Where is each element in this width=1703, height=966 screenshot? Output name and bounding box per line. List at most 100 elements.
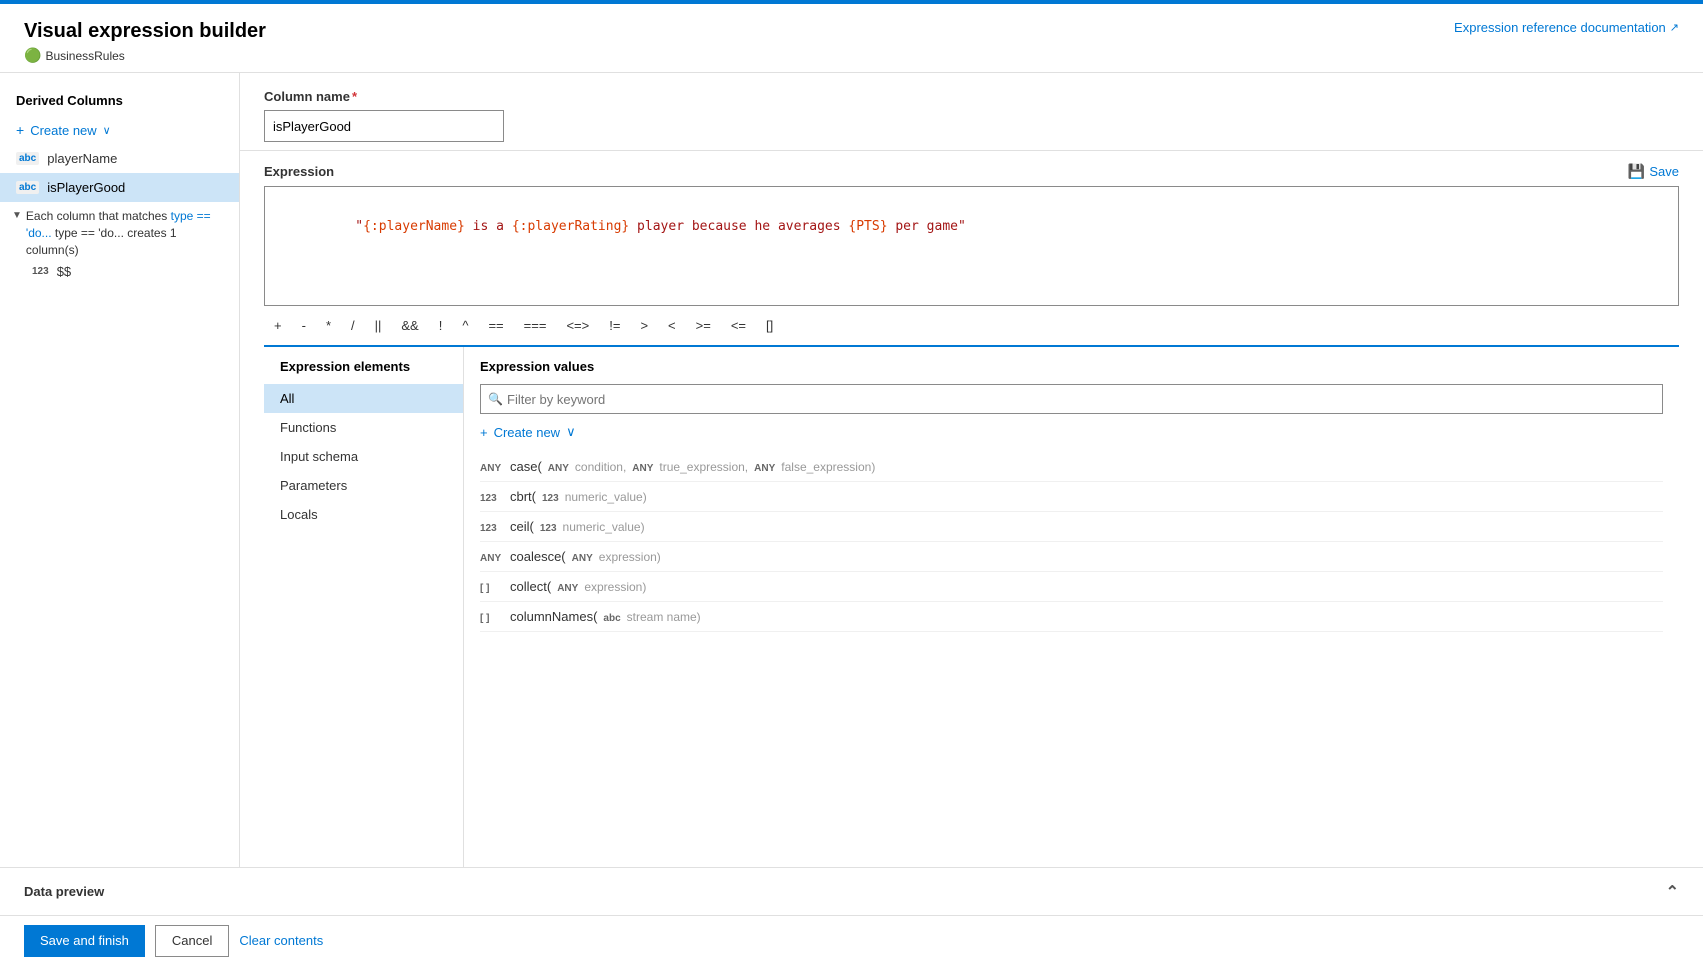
expr-placeholder-pts: {PTS} [848,219,887,234]
op-minus[interactable]: - [292,314,316,337]
op-not[interactable]: ! [429,314,453,337]
save-expression-button[interactable]: 💾 Save [1628,163,1679,180]
external-link-icon: ↗ [1670,21,1679,34]
column-name-section: Column name* [240,73,1703,151]
expr-string-open: " [355,219,363,234]
filter-input[interactable] [480,384,1663,414]
func-param-collect: expression) [584,580,646,594]
op-neq[interactable]: != [599,314,630,337]
clear-contents-button[interactable]: Clear contents [239,933,323,948]
pattern-child-badge: 123 [32,266,49,277]
op-plus[interactable]: + [264,314,292,337]
func-param-type-ceil: 123 [540,523,557,534]
create-new-chevron-icon: ∨ [566,424,576,440]
func-param-type-2: ANY [632,463,653,474]
pattern-child: 123 $$ [12,258,223,283]
expr-elem-parameters[interactable]: Parameters [264,471,463,500]
op-eq[interactable]: == [478,314,513,337]
expr-elem-locals[interactable]: Locals [264,500,463,529]
op-brackets[interactable]: [] [756,314,783,337]
func-param-type-cbrt: 123 [542,493,559,504]
op-lt[interactable]: < [658,314,686,337]
expr-player-because: player because he averages [629,219,848,234]
pattern-prefix: Each column that matches [26,209,167,223]
func-param-condition: condition, [575,460,626,474]
pattern-text: Each column that matches type == 'do... … [26,208,223,258]
func-type-any-coalesce: ANY [480,553,504,564]
header-right: Expression reference documentation ↗ [1454,20,1679,35]
business-rules-icon: 🟢 [24,47,41,64]
create-new-values-button[interactable]: + Create new ∨ [480,424,1663,440]
footer: Save and finish Cancel Clear contents [0,915,1703,965]
func-param-colnames: stream name) [627,610,701,624]
func-name-collect: collect( [510,579,551,594]
op-or[interactable]: || [365,314,392,337]
expr-elem-functions[interactable]: Functions [264,413,463,442]
create-new-label: Create new [30,123,96,138]
expr-elem-all[interactable]: All [264,384,463,413]
expression-section: Expression 💾 Save "{:playerName} is a {:… [240,151,1703,867]
func-item-cbrt[interactable]: 123 cbrt( 123 numeric_value) [480,482,1663,512]
func-param-ceil: numeric_value) [563,520,645,534]
expression-label: Expression 💾 Save [264,163,1679,180]
sidebar-create-new-button[interactable]: + Create new ∨ [0,116,239,144]
pattern-child-label: $$ [57,264,71,279]
func-param-coalesce: expression) [599,550,661,564]
sidebar-item-label: playerName [47,151,117,166]
type-badge-abc: abc [16,152,39,165]
operators-bar: + - * / || && ! ^ == === <=> != > < >= <… [264,306,1679,347]
op-strict-eq[interactable]: === [514,314,557,337]
op-caret[interactable]: ^ [452,314,478,337]
sidebar-section-title: Derived Columns [0,85,239,116]
sidebar-item-isPlayerGood[interactable]: abc isPlayerGood [0,173,239,202]
expression-editor[interactable]: "{:playerName} is a {:playerRating} play… [264,186,1679,306]
op-lte[interactable]: <= [721,314,756,337]
type-badge-abc-2: abc [16,181,39,194]
func-name-ceil: ceil( [510,519,534,534]
func-item-case[interactable]: ANY case( ANY condition, ANY true_expres… [480,452,1663,482]
expression-code: "{:playerName} is a {:playerRating} play… [277,197,1666,256]
sidebar-item-playerName[interactable]: abc playerName [0,144,239,173]
data-preview-bar[interactable]: Data preview ⌃ [0,867,1703,915]
func-param-cbrt: numeric_value) [565,490,647,504]
func-param-false: false_expression) [781,460,875,474]
create-new-plus-icon: + [480,425,488,440]
op-gte[interactable]: >= [686,314,721,337]
breadcrumb: 🟢 BusinessRules [24,47,266,64]
expression-elements-panel: Expression elements All Functions Input … [264,347,464,867]
func-name-case: case( [510,459,542,474]
func-type-123-ceil: 123 [480,523,504,534]
header: Visual expression builder 🟢 BusinessRule… [0,4,1703,73]
pattern-header[interactable]: ▼ Each column that matches type == 'do..… [12,208,223,258]
func-item-collect[interactable]: [ ] collect( ANY expression) [480,572,1663,602]
op-multiply[interactable]: * [316,314,341,337]
func-item-ceil[interactable]: 123 ceil( 123 numeric_value) [480,512,1663,542]
docs-link[interactable]: Expression reference documentation ↗ [1454,20,1679,35]
column-name-input[interactable] [264,110,504,142]
op-divide[interactable]: / [341,314,365,337]
func-param-type-1: ANY [548,463,569,474]
expression-values-panel: Expression values 🔍 + Create new ∨ ANY c [464,347,1679,867]
sidebar-item-label-2: isPlayerGood [47,180,125,195]
required-marker: * [352,89,357,104]
expression-elements-title: Expression elements [264,359,463,384]
op-spaceship[interactable]: <=> [556,314,599,337]
cancel-button[interactable]: Cancel [155,925,229,957]
func-name-cbrt: cbrt( [510,489,536,504]
pattern-type-link-val: type == 'do... [55,226,124,240]
func-type-any: ANY [480,463,504,474]
func-item-coalesce[interactable]: ANY coalesce( ANY expression) [480,542,1663,572]
data-preview-label: Data preview [24,884,104,899]
save-finish-button[interactable]: Save and finish [24,925,145,957]
floppy-icon: 💾 [1628,163,1645,180]
collapse-icon: ⌃ [1666,882,1679,902]
main-layout: Derived Columns + Create new ∨ abc playe… [0,73,1703,867]
expr-elem-input-schema[interactable]: Input schema [264,442,463,471]
op-gt[interactable]: > [630,314,658,337]
lower-panel: Expression elements All Functions Input … [264,347,1679,867]
func-param-type-coalesce: ANY [572,553,593,564]
op-and[interactable]: && [391,314,428,337]
column-name-label: Column name* [264,89,1679,104]
func-item-columnNames[interactable]: [ ] columnNames( abc stream name) [480,602,1663,632]
pattern-chevron-icon: ▼ [12,210,22,221]
